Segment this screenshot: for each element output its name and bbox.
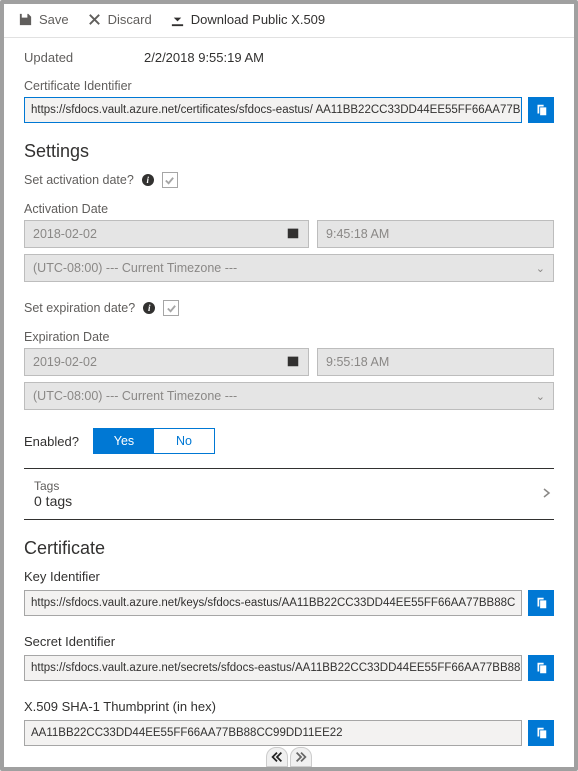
thumbprint-label: X.509 SHA-1 Thumbprint (in hex) — [24, 699, 554, 714]
chevron-down-icon: ⌄ — [536, 390, 545, 403]
download-icon — [170, 12, 185, 27]
thumbprint-row: AA11BB22CC33DD44EE55FF66AA77BB88CC99DD11… — [24, 720, 554, 746]
cert-id-label: Certificate Identifier — [24, 79, 554, 93]
chevron-down-icon: ⌄ — [536, 262, 545, 275]
expiration-date-row: 2019-02-02 9:55:18 AM — [24, 348, 554, 376]
toolbar: Save Discard Download Public X.509 — [4, 4, 574, 38]
scroll-left-button[interactable] — [266, 747, 288, 767]
activation-checkbox[interactable] — [162, 172, 178, 188]
activation-tz-value: (UTC-08:00) --- Current Timezone --- — [33, 261, 237, 275]
content: Updated 2/2/2018 9:55:19 AM Certificate … — [4, 38, 574, 746]
tags-label: Tags — [34, 479, 72, 493]
info-icon[interactable]: i — [142, 174, 154, 186]
activation-date-row: 2018-02-02 9:45:18 AM — [24, 220, 554, 248]
set-activation-label: Set activation date? — [24, 173, 134, 187]
secret-id-label: Secret Identifier — [24, 634, 554, 649]
updated-row: Updated 2/2/2018 9:55:19 AM — [24, 50, 554, 65]
discard-button[interactable]: Discard — [87, 12, 152, 27]
activation-time-input[interactable]: 9:45:18 AM — [317, 220, 554, 248]
enabled-label: Enabled? — [24, 434, 79, 449]
thumbprint-input[interactable]: AA11BB22CC33DD44EE55FF66AA77BB88CC99DD11… — [24, 720, 522, 746]
expiration-date-label: Expiration Date — [24, 330, 554, 344]
copy-icon — [534, 596, 548, 610]
calendar-icon — [286, 226, 300, 243]
copy-cert-id-button[interactable] — [528, 97, 554, 123]
expiration-time-input[interactable]: 9:55:18 AM — [317, 348, 554, 376]
divider — [24, 519, 554, 520]
expiration-checkbox[interactable] — [163, 300, 179, 316]
download-label: Download Public X.509 — [191, 12, 325, 27]
activation-date-input[interactable]: 2018-02-02 — [24, 220, 309, 248]
check-icon — [166, 303, 177, 314]
set-expiration-row: Set expiration date? i — [24, 300, 554, 316]
enabled-no-option[interactable]: No — [154, 429, 214, 453]
updated-label: Updated — [24, 50, 144, 65]
secret-id-row: https://sfdocs.vault.azure.net/secrets/s… — [24, 655, 554, 681]
enabled-yes-option[interactable]: Yes — [94, 429, 154, 453]
copy-thumbprint-button[interactable] — [528, 720, 554, 746]
copy-icon — [534, 103, 548, 117]
key-id-row: https://sfdocs.vault.azure.net/keys/sfdo… — [24, 590, 554, 616]
close-icon — [87, 12, 102, 27]
cert-id-input[interactable]: https://sfdocs.vault.azure.net/certifica… — [24, 97, 522, 123]
enabled-row: Enabled? Yes No — [24, 428, 554, 454]
tags-left: Tags 0 tags — [34, 479, 72, 509]
save-button[interactable]: Save — [18, 12, 69, 27]
activation-date-value: 2018-02-02 — [33, 227, 97, 241]
save-icon — [18, 12, 33, 27]
copy-key-id-button[interactable] — [528, 590, 554, 616]
activation-tz-select[interactable]: (UTC-08:00) --- Current Timezone --- ⌄ — [24, 254, 554, 282]
expiration-tz-value: (UTC-08:00) --- Current Timezone --- — [33, 389, 237, 403]
discard-label: Discard — [108, 12, 152, 27]
enabled-toggle: Yes No — [93, 428, 215, 454]
copy-secret-id-button[interactable] — [528, 655, 554, 681]
copy-icon — [534, 661, 548, 675]
chevron-right-icon — [540, 487, 552, 502]
save-label: Save — [39, 12, 69, 27]
tags-row[interactable]: Tags 0 tags — [24, 469, 554, 519]
scroll-arrows — [266, 747, 312, 767]
expiration-time-value: 9:55:18 AM — [326, 355, 389, 369]
set-expiration-label: Set expiration date? — [24, 301, 135, 315]
certificate-heading: Certificate — [24, 538, 554, 559]
key-id-input[interactable]: https://sfdocs.vault.azure.net/keys/sfdo… — [24, 590, 522, 616]
expiration-date-value: 2019-02-02 — [33, 355, 97, 369]
calendar-icon — [286, 354, 300, 371]
set-activation-row: Set activation date? i — [24, 172, 554, 188]
activation-time-value: 9:45:18 AM — [326, 227, 389, 241]
key-id-label: Key Identifier — [24, 569, 554, 584]
copy-icon — [534, 726, 548, 740]
check-icon — [164, 175, 175, 186]
scroll-right-button[interactable] — [290, 747, 312, 767]
expiration-tz-select[interactable]: (UTC-08:00) --- Current Timezone --- ⌄ — [24, 382, 554, 410]
updated-value: 2/2/2018 9:55:19 AM — [144, 50, 264, 65]
cert-id-row: https://sfdocs.vault.azure.net/certifica… — [24, 97, 554, 123]
download-button[interactable]: Download Public X.509 — [170, 12, 325, 27]
tags-count: 0 tags — [34, 493, 72, 509]
expiration-date-input[interactable]: 2019-02-02 — [24, 348, 309, 376]
activation-date-label: Activation Date — [24, 202, 554, 216]
secret-id-input[interactable]: https://sfdocs.vault.azure.net/secrets/s… — [24, 655, 522, 681]
settings-heading: Settings — [24, 141, 554, 162]
info-icon[interactable]: i — [143, 302, 155, 314]
